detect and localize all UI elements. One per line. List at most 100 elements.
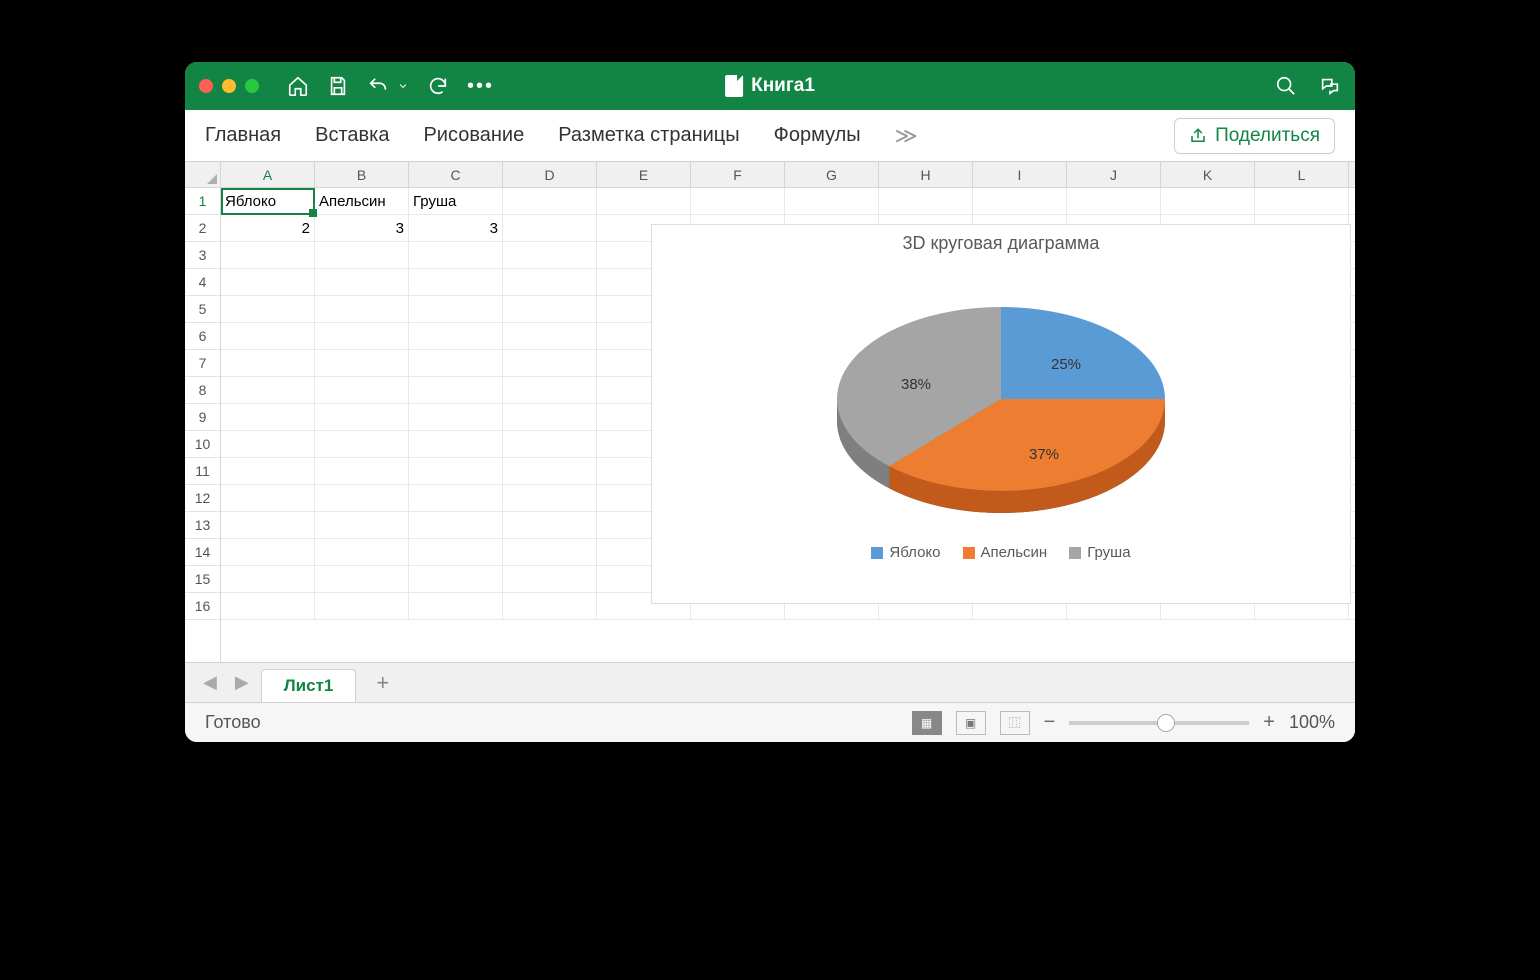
cell[interactable] xyxy=(503,296,597,322)
cell[interactable] xyxy=(503,404,597,430)
row-header[interactable]: 1 xyxy=(185,188,220,215)
column-header[interactable]: E xyxy=(597,162,691,187)
cell[interactable] xyxy=(221,377,315,403)
redo-icon[interactable] xyxy=(427,75,449,97)
column-header[interactable]: F xyxy=(691,162,785,187)
cell[interactable]: 2 xyxy=(221,215,315,241)
row-header[interactable]: 11 xyxy=(185,458,220,485)
cell[interactable] xyxy=(409,269,503,295)
cell[interactable] xyxy=(503,377,597,403)
cell[interactable] xyxy=(503,512,597,538)
cell[interactable] xyxy=(315,377,409,403)
view-page-layout-button[interactable]: ▣ xyxy=(956,711,986,735)
cell[interactable] xyxy=(315,323,409,349)
column-header[interactable]: I xyxy=(973,162,1067,187)
cell[interactable] xyxy=(315,458,409,484)
cell[interactable] xyxy=(221,593,315,619)
cell[interactable] xyxy=(409,512,503,538)
column-header[interactable]: K xyxy=(1161,162,1255,187)
cell[interactable] xyxy=(503,215,597,241)
view-normal-button[interactable]: ▦ xyxy=(912,711,942,735)
row-header[interactable]: 5 xyxy=(185,296,220,323)
row-header[interactable]: 8 xyxy=(185,377,220,404)
close-window-button[interactable] xyxy=(199,79,213,93)
column-header[interactable]: L xyxy=(1255,162,1349,187)
row-header[interactable]: 14 xyxy=(185,539,220,566)
cell[interactable] xyxy=(221,404,315,430)
tab-formulas[interactable]: Формулы xyxy=(774,124,861,147)
cell[interactable] xyxy=(409,404,503,430)
cell[interactable] xyxy=(1067,188,1161,214)
column-header[interactable]: H xyxy=(879,162,973,187)
cell[interactable]: Груша xyxy=(409,188,503,214)
column-header[interactable]: B xyxy=(315,162,409,187)
spreadsheet-grid[interactable]: 12345678910111213141516 ABCDEFGHIJKL 3D … xyxy=(185,162,1355,662)
search-icon[interactable] xyxy=(1275,75,1297,97)
undo-icon[interactable] xyxy=(367,75,389,97)
select-all-corner[interactable] xyxy=(185,162,220,188)
zoom-out-button[interactable]: − xyxy=(1044,711,1056,734)
cell[interactable] xyxy=(315,404,409,430)
sheet-nav-next[interactable]: ▶ xyxy=(229,672,255,693)
comments-icon[interactable] xyxy=(1319,75,1341,97)
cell[interactable] xyxy=(315,296,409,322)
cell[interactable] xyxy=(409,485,503,511)
cell[interactable] xyxy=(503,188,597,214)
cell[interactable] xyxy=(221,512,315,538)
cell[interactable]: 3 xyxy=(409,215,503,241)
sheet-tab-active[interactable]: Лист1 xyxy=(261,669,357,702)
row-header[interactable]: 16 xyxy=(185,593,220,620)
tab-page-layout[interactable]: Разметка страницы xyxy=(558,124,739,147)
cell[interactable] xyxy=(503,539,597,565)
row-header[interactable]: 9 xyxy=(185,404,220,431)
row-header[interactable]: 13 xyxy=(185,512,220,539)
embedded-chart[interactable]: 3D круговая диаграмма xyxy=(651,224,1351,604)
column-header[interactable]: C xyxy=(409,162,503,187)
cells-area[interactable]: 3D круговая диаграмма xyxy=(221,188,1355,662)
cell[interactable] xyxy=(221,323,315,349)
cell[interactable] xyxy=(691,188,785,214)
cell[interactable] xyxy=(785,188,879,214)
row-header[interactable]: 7 xyxy=(185,350,220,377)
sheet-nav-prev[interactable]: ◀ xyxy=(197,672,223,693)
cell[interactable]: 3 xyxy=(315,215,409,241)
tab-draw[interactable]: Рисование xyxy=(423,124,524,147)
cell[interactable] xyxy=(503,593,597,619)
cell[interactable] xyxy=(503,269,597,295)
cell[interactable] xyxy=(409,377,503,403)
cell[interactable] xyxy=(409,242,503,268)
cell[interactable] xyxy=(409,296,503,322)
row-header[interactable]: 4 xyxy=(185,269,220,296)
more-icon[interactable]: ••• xyxy=(467,75,494,98)
column-header[interactable]: G xyxy=(785,162,879,187)
cell[interactable] xyxy=(315,512,409,538)
row-header[interactable]: 12 xyxy=(185,485,220,512)
cell[interactable] xyxy=(221,431,315,457)
cell[interactable] xyxy=(409,593,503,619)
cell[interactable] xyxy=(409,350,503,376)
cell[interactable] xyxy=(315,593,409,619)
zoom-level[interactable]: 100% xyxy=(1289,712,1335,733)
cell[interactable] xyxy=(409,458,503,484)
view-page-break-button[interactable]: ⿲ xyxy=(1000,711,1030,735)
cell[interactable] xyxy=(221,269,315,295)
tab-insert[interactable]: Вставка xyxy=(315,124,389,147)
cell[interactable] xyxy=(315,539,409,565)
row-header[interactable]: 2 xyxy=(185,215,220,242)
home-icon[interactable] xyxy=(287,75,309,97)
cell[interactable] xyxy=(503,566,597,592)
cell[interactable] xyxy=(973,188,1067,214)
row-header[interactable]: 15 xyxy=(185,566,220,593)
save-icon[interactable] xyxy=(327,75,349,97)
column-header[interactable]: D xyxy=(503,162,597,187)
cell[interactable] xyxy=(221,485,315,511)
row-header[interactable]: 10 xyxy=(185,431,220,458)
cell[interactable] xyxy=(503,242,597,268)
cell[interactable] xyxy=(503,350,597,376)
cell[interactable] xyxy=(503,431,597,457)
cell[interactable] xyxy=(409,539,503,565)
cell[interactable] xyxy=(221,350,315,376)
cell[interactable] xyxy=(503,485,597,511)
cell[interactable]: Яблоко xyxy=(221,188,315,214)
share-button[interactable]: Поделиться xyxy=(1174,118,1335,154)
